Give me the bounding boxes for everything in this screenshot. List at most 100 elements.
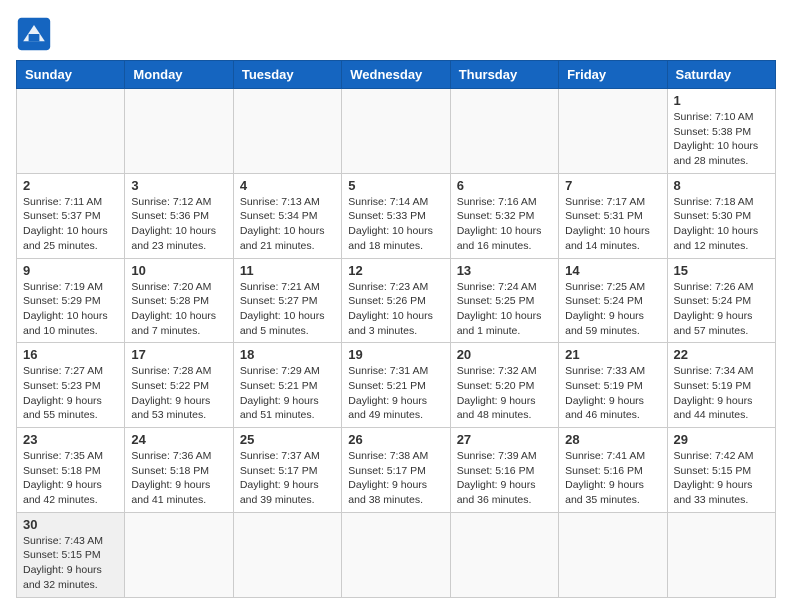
day-info: Sunrise: 7:10 AM Sunset: 5:38 PM Dayligh… xyxy=(674,110,769,169)
day-info: Sunrise: 7:16 AM Sunset: 5:32 PM Dayligh… xyxy=(457,195,552,254)
day-header-wednesday: Wednesday xyxy=(342,61,450,89)
calendar-cell: 2 Sunrise: 7:11 AM Sunset: 5:37 PM Daylig… xyxy=(17,173,125,258)
calendar-cell: 16 Sunrise: 7:27 AM Sunset: 5:23 PM Dayli… xyxy=(17,343,125,428)
day-header-friday: Friday xyxy=(559,61,667,89)
day-number: 11 xyxy=(240,263,335,278)
calendar-cell xyxy=(125,89,233,174)
day-info: Sunrise: 7:36 AM Sunset: 5:18 PM Dayligh… xyxy=(131,449,226,508)
calendar-week-2: 2 Sunrise: 7:11 AM Sunset: 5:37 PM Daylig… xyxy=(17,173,776,258)
calendar-cell: 24Sunrise: 7:36 AM Sunset: 5:18 PM Dayli… xyxy=(125,428,233,513)
calendar-cell xyxy=(233,89,341,174)
day-number: 12 xyxy=(348,263,443,278)
calendar-week-5: 23 Sunrise: 7:35 AM Sunset: 5:18 PM Dayli… xyxy=(17,428,776,513)
calendar-table: SundayMondayTuesdayWednesdayThursdayFrid… xyxy=(16,60,776,598)
logo xyxy=(16,16,56,52)
calendar-cell: 28Sunrise: 7:41 AM Sunset: 5:16 PM Dayli… xyxy=(559,428,667,513)
calendar-cell: 29 Sunrise: 7:42 AM Sunset: 5:15 PM Dayli… xyxy=(667,428,775,513)
day-number: 27 xyxy=(457,432,552,447)
day-number: 21 xyxy=(565,347,660,362)
day-info: Sunrise: 7:14 AM Sunset: 5:33 PM Dayligh… xyxy=(348,195,443,254)
calendar-cell xyxy=(559,512,667,597)
day-info: Sunrise: 7:21 AM Sunset: 5:27 PM Dayligh… xyxy=(240,280,335,339)
day-info: Sunrise: 7:35 AM Sunset: 5:18 PM Dayligh… xyxy=(23,449,118,508)
day-info: Sunrise: 7:29 AM Sunset: 5:21 PM Dayligh… xyxy=(240,364,335,423)
day-number: 13 xyxy=(457,263,552,278)
calendar-cell: 3Sunrise: 7:12 AM Sunset: 5:36 PM Daylig… xyxy=(125,173,233,258)
calendar-cell xyxy=(450,89,558,174)
day-info: Sunrise: 7:25 AM Sunset: 5:24 PM Dayligh… xyxy=(565,280,660,339)
day-number: 10 xyxy=(131,263,226,278)
calendar-cell: 9 Sunrise: 7:19 AM Sunset: 5:29 PM Daylig… xyxy=(17,258,125,343)
day-info: Sunrise: 7:41 AM Sunset: 5:16 PM Dayligh… xyxy=(565,449,660,508)
day-header-monday: Monday xyxy=(125,61,233,89)
calendar-week-6: 30 Sunrise: 7:43 AM Sunset: 5:15 PM Dayli… xyxy=(17,512,776,597)
calendar-cell: 22 Sunrise: 7:34 AM Sunset: 5:19 PM Dayli… xyxy=(667,343,775,428)
day-number: 2 xyxy=(23,178,118,193)
day-info: Sunrise: 7:43 AM Sunset: 5:15 PM Dayligh… xyxy=(23,534,118,593)
day-info: Sunrise: 7:18 AM Sunset: 5:30 PM Dayligh… xyxy=(674,195,769,254)
calendar-week-3: 9 Sunrise: 7:19 AM Sunset: 5:29 PM Daylig… xyxy=(17,258,776,343)
day-number: 15 xyxy=(674,263,769,278)
calendar-week-4: 16 Sunrise: 7:27 AM Sunset: 5:23 PM Dayli… xyxy=(17,343,776,428)
calendar-cell: 6 Sunrise: 7:16 AM Sunset: 5:32 PM Daylig… xyxy=(450,173,558,258)
calendar-cell: 4 Sunrise: 7:13 AM Sunset: 5:34 PM Daylig… xyxy=(233,173,341,258)
calendar-cell: 10 Sunrise: 7:20 AM Sunset: 5:28 PM Dayli… xyxy=(125,258,233,343)
calendar-cell: 17 Sunrise: 7:28 AM Sunset: 5:22 PM Dayli… xyxy=(125,343,233,428)
calendar-cell xyxy=(125,512,233,597)
day-info: Sunrise: 7:37 AM Sunset: 5:17 PM Dayligh… xyxy=(240,449,335,508)
day-number: 19 xyxy=(348,347,443,362)
day-number: 5 xyxy=(348,178,443,193)
calendar-cell: 25Sunrise: 7:37 AM Sunset: 5:17 PM Dayli… xyxy=(233,428,341,513)
calendar-cell: 8Sunrise: 7:18 AM Sunset: 5:30 PM Daylig… xyxy=(667,173,775,258)
day-info: Sunrise: 7:28 AM Sunset: 5:22 PM Dayligh… xyxy=(131,364,226,423)
day-number: 9 xyxy=(23,263,118,278)
day-number: 16 xyxy=(23,347,118,362)
logo-svg xyxy=(16,16,52,52)
day-number: 23 xyxy=(23,432,118,447)
day-info: Sunrise: 7:17 AM Sunset: 5:31 PM Dayligh… xyxy=(565,195,660,254)
calendar-cell: 7Sunrise: 7:17 AM Sunset: 5:31 PM Daylig… xyxy=(559,173,667,258)
day-info: Sunrise: 7:33 AM Sunset: 5:19 PM Dayligh… xyxy=(565,364,660,423)
day-number: 22 xyxy=(674,347,769,362)
day-header-tuesday: Tuesday xyxy=(233,61,341,89)
day-info: Sunrise: 7:42 AM Sunset: 5:15 PM Dayligh… xyxy=(674,449,769,508)
day-info: Sunrise: 7:20 AM Sunset: 5:28 PM Dayligh… xyxy=(131,280,226,339)
day-info: Sunrise: 7:38 AM Sunset: 5:17 PM Dayligh… xyxy=(348,449,443,508)
day-info: Sunrise: 7:32 AM Sunset: 5:20 PM Dayligh… xyxy=(457,364,552,423)
calendar-cell: 23 Sunrise: 7:35 AM Sunset: 5:18 PM Dayli… xyxy=(17,428,125,513)
day-info: Sunrise: 7:19 AM Sunset: 5:29 PM Dayligh… xyxy=(23,280,118,339)
day-info: Sunrise: 7:26 AM Sunset: 5:24 PM Dayligh… xyxy=(674,280,769,339)
day-info: Sunrise: 7:23 AM Sunset: 5:26 PM Dayligh… xyxy=(348,280,443,339)
day-number: 18 xyxy=(240,347,335,362)
day-number: 17 xyxy=(131,347,226,362)
calendar-cell: 19 Sunrise: 7:31 AM Sunset: 5:21 PM Dayli… xyxy=(342,343,450,428)
day-header-saturday: Saturday xyxy=(667,61,775,89)
day-header-thursday: Thursday xyxy=(450,61,558,89)
calendar-cell: 27Sunrise: 7:39 AM Sunset: 5:16 PM Dayli… xyxy=(450,428,558,513)
calendar-cell: 11 Sunrise: 7:21 AM Sunset: 5:27 PM Dayli… xyxy=(233,258,341,343)
calendar-cell: 13Sunrise: 7:24 AM Sunset: 5:25 PM Dayli… xyxy=(450,258,558,343)
calendar-cell: 18 Sunrise: 7:29 AM Sunset: 5:21 PM Dayli… xyxy=(233,343,341,428)
calendar-cell: 12 Sunrise: 7:23 AM Sunset: 5:26 PM Dayli… xyxy=(342,258,450,343)
day-number: 6 xyxy=(457,178,552,193)
day-number: 29 xyxy=(674,432,769,447)
calendar-cell: 5 Sunrise: 7:14 AM Sunset: 5:33 PM Daylig… xyxy=(342,173,450,258)
day-number: 20 xyxy=(457,347,552,362)
calendar-cell xyxy=(342,89,450,174)
day-info: Sunrise: 7:11 AM Sunset: 5:37 PM Dayligh… xyxy=(23,195,118,254)
calendar-cell xyxy=(233,512,341,597)
calendar-week-1: 1Sunrise: 7:10 AM Sunset: 5:38 PM Daylig… xyxy=(17,89,776,174)
day-number: 30 xyxy=(23,517,118,532)
calendar-cell: 14Sunrise: 7:25 AM Sunset: 5:24 PM Dayli… xyxy=(559,258,667,343)
calendar-cell xyxy=(559,89,667,174)
day-info: Sunrise: 7:27 AM Sunset: 5:23 PM Dayligh… xyxy=(23,364,118,423)
calendar-cell: 21 Sunrise: 7:33 AM Sunset: 5:19 PM Dayli… xyxy=(559,343,667,428)
day-info: Sunrise: 7:13 AM Sunset: 5:34 PM Dayligh… xyxy=(240,195,335,254)
day-info: Sunrise: 7:34 AM Sunset: 5:19 PM Dayligh… xyxy=(674,364,769,423)
day-info: Sunrise: 7:31 AM Sunset: 5:21 PM Dayligh… xyxy=(348,364,443,423)
calendar-cell xyxy=(342,512,450,597)
day-header-sunday: Sunday xyxy=(17,61,125,89)
day-number: 4 xyxy=(240,178,335,193)
calendar-cell: 20 Sunrise: 7:32 AM Sunset: 5:20 PM Dayli… xyxy=(450,343,558,428)
day-number: 3 xyxy=(131,178,226,193)
